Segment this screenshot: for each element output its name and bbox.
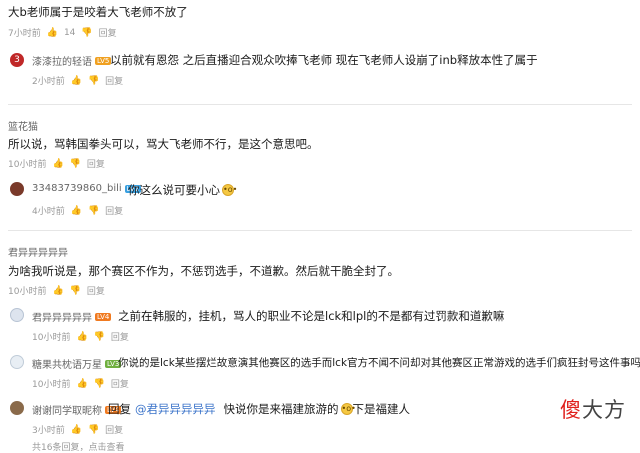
dislike-icon[interactable]: 👎 — [88, 76, 99, 86]
reply-text-row: 回复 @君异异异异异 快说你是来福建旅游的 •o• 下是福建人 — [108, 401, 410, 417]
reply-time: 2小时前 — [32, 77, 65, 87]
avatar[interactable] — [10, 308, 24, 322]
comment-text: 大b老师属于是咬着大飞老师不放了 — [8, 5, 188, 19]
like-icon[interactable]: 👍 — [47, 28, 58, 38]
reply-button[interactable]: 回复 — [87, 157, 105, 170]
reply-button[interactable]: 回复 — [99, 26, 117, 39]
reply-text: 你这么说可要小心 — [128, 183, 220, 197]
reply-meta: 4小时前 👍 👎 回复 — [32, 204, 123, 218]
comment-time: 10小时前 — [8, 160, 47, 170]
reply-prefix: 回复 — [108, 402, 131, 416]
reply-username[interactable]: 33483739860_bili — [32, 183, 122, 194]
dislike-icon[interactable]: 👎 — [88, 425, 99, 435]
avatar[interactable] — [10, 401, 24, 415]
like-count: 14 — [63, 27, 76, 38]
reply-time: 4小时前 — [32, 207, 65, 217]
comment-time: 10小时前 — [8, 287, 47, 297]
reply-header: 糖果共枕语万星 LV3 — [32, 356, 122, 371]
divider — [8, 230, 632, 231]
reply-text: 你说的是lck某些摆烂故意演其他赛区的选手而lck官方不闻不问却对其他赛区正常游… — [118, 357, 640, 369]
comment-username[interactable]: 君异异异异异 — [8, 244, 68, 259]
comment-time: 7小时前 — [8, 29, 41, 39]
comment-meta: 10小时前 👍 👎 回复 — [8, 157, 105, 171]
reply-text: 之前在韩服的，挂机，骂人的职业不论是lck和lpl的不是都有过罚款和道歉嘛 — [118, 309, 505, 323]
comment-meta: 10小时前 👍 👎 回复 — [8, 284, 105, 298]
reply-header: 君异异异异异 LV4 — [32, 309, 112, 324]
comment-username[interactable]: 篮花猫 — [8, 118, 38, 133]
comment-text: 为啥我听说是，那个赛区不作为，不惩罚选手，不道歉。然后就干脆全封了。 — [8, 264, 399, 278]
reply-time: 3小时前 — [32, 426, 65, 436]
reply-text: 快说你是来福建旅游的 — [223, 402, 339, 416]
reply-username[interactable]: 糖果共枕语万星 — [32, 356, 102, 371]
reply-button[interactable]: 回复 — [87, 284, 105, 297]
reply-button[interactable]: 回复 — [111, 330, 129, 343]
divider — [8, 104, 632, 105]
reply-button[interactable]: 回复 — [105, 423, 123, 436]
reply-meta: 2小时前 👍 👎 回复 — [32, 74, 123, 88]
reply-meta: 3小时前 👍 👎 回复 — [32, 423, 123, 437]
dislike-icon[interactable]: 👎 — [81, 28, 92, 38]
comment-meta: 7小时前 👍 14 👎 回复 — [8, 26, 117, 40]
level-badge: LV4 — [95, 312, 112, 321]
reply-header: 33483739860_bili LV2 — [32, 183, 142, 194]
reply-time: 10小时前 — [32, 333, 71, 343]
mention-link[interactable]: @君异异异异异 — [135, 401, 216, 417]
avatar[interactable] — [10, 182, 24, 196]
dislike-icon[interactable]: 👎 — [88, 206, 99, 216]
reply-button[interactable]: 回复 — [105, 204, 123, 217]
like-icon[interactable]: 👍 — [52, 286, 63, 296]
avatar[interactable]: 3 — [10, 53, 24, 67]
watermark-text: 大方 — [582, 398, 626, 422]
reply-header: 漆漆拉的轻语 LV5 — [32, 53, 112, 68]
reply-text-continued: 下是福建人 — [352, 402, 411, 416]
surprised-emoji-icon: •o• — [340, 403, 356, 415]
reply-username[interactable]: 漆漆拉的轻语 — [32, 53, 92, 68]
reply-time: 10小时前 — [32, 380, 71, 390]
dislike-icon[interactable]: 👎 — [94, 379, 105, 389]
level-badge: LV5 — [95, 56, 112, 65]
reply-button[interactable]: 回复 — [111, 377, 129, 390]
reply-text: 以前就有恩怨 之后直播迎合观众吹捧飞老师 现在飞老师人设崩了inb释放本性了属于 — [110, 53, 538, 67]
dislike-icon[interactable]: 👎 — [70, 286, 81, 296]
dislike-icon[interactable]: 👎 — [70, 159, 81, 169]
like-icon[interactable]: 👍 — [71, 206, 82, 216]
avatar[interactable] — [10, 355, 24, 369]
reply-meta: 10小时前 👍 👎 回复 — [32, 377, 129, 391]
reply-button[interactable]: 回复 — [105, 74, 123, 87]
like-icon[interactable]: 👍 — [52, 159, 63, 169]
watermark-char: 傻 — [560, 398, 582, 422]
like-icon[interactable]: 👍 — [71, 425, 82, 435]
reply-username[interactable]: 谢谢同学取昵称 — [32, 402, 102, 417]
like-icon[interactable]: 👍 — [76, 332, 87, 342]
reply-meta: 10小时前 👍 👎 回复 — [32, 330, 129, 344]
dislike-icon[interactable]: 👎 — [94, 332, 105, 342]
reply-text-row: 你这么说可要小心 •o• — [128, 182, 238, 198]
surprised-emoji-icon: •o• — [222, 184, 238, 196]
reply-username[interactable]: 君异异异异异 — [32, 309, 92, 324]
comment-text: 所以说，骂韩国拳头可以，骂大飞老师不行，是这个意思吧。 — [8, 137, 319, 151]
like-icon[interactable]: 👍 — [76, 379, 87, 389]
like-icon[interactable]: 👍 — [71, 76, 82, 86]
watermark: 傻大方 — [560, 394, 626, 424]
